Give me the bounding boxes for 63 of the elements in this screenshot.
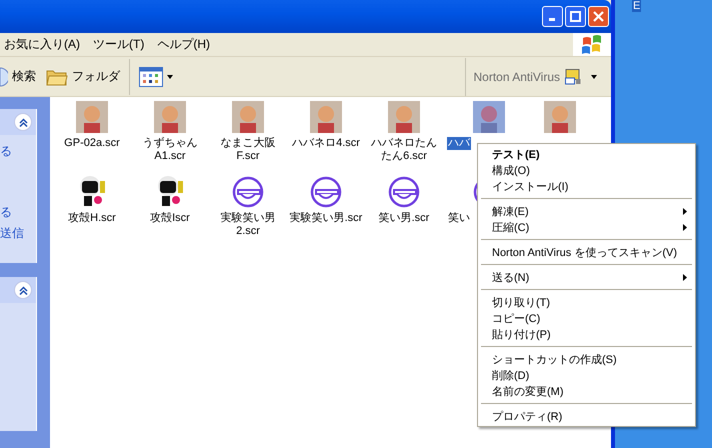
menu-item[interactable]: ツール(T) — [88, 36, 152, 53]
folders-button[interactable]: フォルダ — [41, 60, 125, 92]
context-menu-item[interactable]: Norton AntiVirus を使ってスキャン(V) — [478, 244, 695, 260]
context-menu-item[interactable]: テスト(E) — [478, 146, 695, 162]
collapse-button[interactable] — [14, 281, 32, 299]
image-thumbnail — [76, 101, 108, 133]
image-thumbnail — [232, 101, 264, 133]
smiling-ring-logo-icon — [232, 176, 264, 208]
file-name[interactable]: うずちゃんA1.scr — [131, 137, 209, 163]
minimize-button[interactable] — [542, 6, 563, 27]
context-menu-item[interactable]: インストール(I) — [478, 178, 695, 194]
submenu-arrow-icon — [683, 274, 687, 280]
close-button[interactable] — [588, 6, 609, 27]
context-menu-item[interactable]: 解凍(E) — [478, 203, 695, 219]
image-thumbnail — [310, 101, 342, 133]
task-link[interactable]: る — [0, 143, 12, 160]
file-name[interactable]: 笑い男.scr — [378, 212, 430, 225]
maximize-icon — [570, 11, 581, 22]
context-menu-item[interactable]: プロパティ(R) — [478, 408, 695, 424]
file-name[interactable]: GP-02a.scr — [63, 137, 121, 150]
smiling-ring-logo-icon — [310, 176, 342, 208]
context-menu-item[interactable]: 削除(D) — [478, 367, 695, 383]
context-menu-item[interactable]: 送る(N) — [478, 269, 695, 285]
file-name[interactable]: ハバ — [447, 137, 471, 150]
context-menu-item[interactable]: 圧縮(C) — [478, 219, 695, 235]
file-name[interactable]: 実験笑い男2.scr — [209, 212, 287, 238]
monitor-icon — [565, 68, 581, 84]
image-thumbnail — [388, 101, 420, 133]
file-name[interactable]: ハバネロたんたん6.scr — [365, 137, 443, 163]
double-chevron-up-icon — [18, 118, 28, 126]
maximize-button[interactable] — [565, 6, 586, 27]
file-name[interactable]: ハバネロ4.scr — [291, 137, 361, 150]
menu-item[interactable]: ヘルプ(H) — [152, 36, 218, 53]
submenu-arrow-icon — [683, 208, 687, 214]
caret-icon — [167, 74, 173, 78]
image-thumbnail — [154, 101, 186, 133]
smiling-ring-logo-icon — [388, 176, 420, 208]
context-menu-item[interactable]: 構成(O) — [478, 162, 695, 178]
close-icon — [593, 11, 604, 22]
double-chevron-up-icon — [18, 286, 28, 294]
context-menu-item[interactable]: 切り取り(T) — [478, 294, 695, 310]
context-menu-item[interactable]: コピー(C) — [478, 310, 695, 326]
menu-item[interactable]: お気に入り(A) — [0, 36, 88, 53]
folder-icon — [46, 68, 68, 86]
file-name[interactable]: なまこ大阪F.scr — [209, 137, 287, 163]
norton-antivirus-label: Norton AntiVirus — [474, 70, 560, 84]
caret-icon — [591, 74, 597, 78]
image-thumbnail — [473, 101, 505, 133]
task-link[interactable]: る — [0, 204, 12, 221]
desktop-icon-label[interactable]: E — [632, 0, 642, 12]
context-menu-item[interactable]: 名前の変更(M) — [478, 383, 695, 399]
search-button[interactable]: 検索 — [0, 60, 41, 92]
file-name[interactable]: 笑い — [447, 212, 471, 225]
windows-logo-icon — [573, 33, 611, 56]
file-name[interactable]: 実験笑い男.scr — [288, 212, 364, 225]
file-name[interactable]: 攻殻H.scr — [67, 212, 117, 225]
file-name[interactable]: 攻殻Iscr — [149, 212, 191, 225]
view-grid-icon — [139, 66, 163, 86]
context-menu-item[interactable]: ショートカットの作成(S) — [478, 351, 695, 367]
task-link[interactable]: 送信 — [0, 225, 24, 242]
collapse-button[interactable] — [14, 113, 32, 131]
submenu-arrow-icon — [683, 224, 687, 230]
context-menu-item[interactable]: 貼り付け(P) — [478, 326, 695, 342]
